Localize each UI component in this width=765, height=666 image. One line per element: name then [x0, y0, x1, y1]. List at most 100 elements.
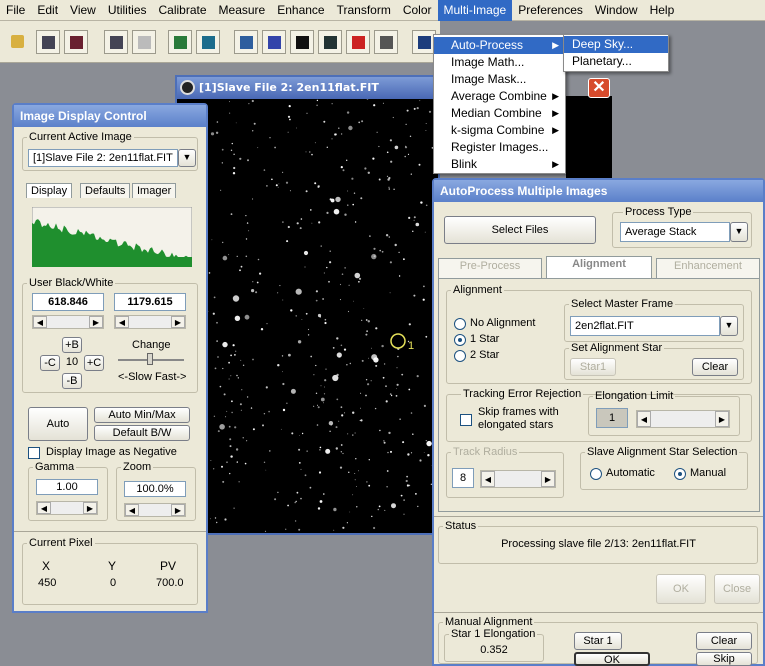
default-bw-button[interactable]: Default B/W	[94, 425, 190, 441]
elongation-limit-scrollbar[interactable]: ◀ ▶	[636, 410, 730, 428]
histogram-plot[interactable]	[32, 207, 192, 267]
white-level-input[interactable]: 1179.615	[114, 293, 186, 311]
minus-c-button[interactable]: -C	[40, 355, 60, 371]
arrow-right-icon[interactable]: ▶	[715, 411, 729, 427]
negative-checkbox[interactable]	[28, 447, 40, 459]
menu-preferences[interactable]: Preferences	[512, 0, 589, 21]
zoom-scrollbar[interactable]: ◀ ▶	[124, 503, 186, 517]
arrow-left-icon[interactable]: ◀	[115, 316, 129, 328]
menu-calibrate[interactable]: Calibrate	[153, 0, 213, 21]
save-as-icon[interactable]	[64, 30, 88, 54]
menu-file[interactable]: File	[0, 0, 31, 21]
menu-transform[interactable]: Transform	[331, 0, 397, 21]
tab-alignment[interactable]: Alignment	[546, 256, 652, 278]
menu-multi-image[interactable]: Multi-Image	[438, 0, 513, 21]
grid-icon[interactable]	[374, 30, 398, 54]
menu-item-image-math[interactable]: Image Math...	[434, 54, 565, 71]
current-active-image-select[interactable]: [1]Slave File 2: 2en11flat.FIT	[28, 149, 178, 167]
tab-imager[interactable]: Imager	[132, 183, 176, 198]
tab-defaults[interactable]: Defaults	[80, 183, 130, 198]
ok-button[interactable]: OK	[656, 574, 706, 604]
menu-window[interactable]: Window	[589, 0, 644, 21]
menu-utilities[interactable]: Utilities	[102, 0, 153, 21]
menu-view[interactable]: View	[64, 0, 102, 21]
auto-min-max-button[interactable]: Auto Min/Max	[94, 407, 190, 423]
zoom-input[interactable]: 100.0%	[124, 481, 186, 497]
gamma-input[interactable]: 1.00	[36, 479, 98, 495]
display-icon[interactable]	[234, 30, 258, 54]
plus-c-button[interactable]: +C	[84, 355, 104, 371]
arrow-right-icon[interactable]: ▶	[89, 316, 103, 328]
image-window[interactable]: [1]Slave File 2: 2en11flat.FIT 1	[175, 75, 440, 535]
star-icon[interactable]	[290, 30, 314, 54]
arrow-right-icon[interactable]: ▶	[83, 502, 97, 514]
track-radius-scrollbar[interactable]: ◀ ▶	[480, 470, 556, 488]
chevron-down-icon[interactable]: ▼	[730, 222, 748, 242]
close-icon[interactable]: ✕	[588, 78, 610, 98]
tab-display[interactable]: Display	[26, 183, 72, 198]
arrow-left-icon[interactable]: ◀	[637, 411, 651, 427]
arrow-right-icon[interactable]: ▶	[171, 316, 185, 328]
menu-color[interactable]: Color	[397, 0, 438, 21]
arrow-left-icon[interactable]: ◀	[481, 471, 495, 487]
track-radius-value[interactable]: 8	[452, 468, 474, 488]
skip-button[interactable]: Skip	[696, 652, 752, 666]
histogram-icon[interactable]	[168, 30, 192, 54]
black-level-input[interactable]: 618.846	[32, 293, 104, 311]
arrow-left-icon[interactable]: ◀	[33, 316, 47, 328]
select-files-button[interactable]: Select Files	[444, 216, 596, 244]
close-button[interactable]: Close	[714, 574, 760, 604]
chevron-down-icon[interactable]: ▼	[178, 149, 196, 167]
menu-item-planetary[interactable]: Planetary...	[564, 53, 668, 70]
ccd-icon[interactable]	[262, 30, 286, 54]
minus-b-button[interactable]: -B	[62, 373, 82, 389]
menu-item-average-combine[interactable]: Average Combine ▶	[434, 88, 565, 105]
tab-pre-process[interactable]: Pre-Process	[438, 258, 542, 278]
arrow-left-icon[interactable]: ◀	[125, 504, 139, 516]
white-level-scrollbar[interactable]: ◀ ▶	[114, 315, 186, 329]
arrow-left-icon[interactable]: ◀	[37, 502, 51, 514]
radio-automatic[interactable]	[590, 468, 602, 480]
menu-item-median-combine[interactable]: Median Combine ▶	[434, 105, 565, 122]
menu-item-k-sigma-combine[interactable]: k-sigma Combine ▶	[434, 122, 565, 139]
plus-b-button[interactable]: +B	[62, 337, 82, 353]
menu-enhance[interactable]: Enhance	[271, 0, 330, 21]
menu-item-blink[interactable]: Blink ▶	[434, 156, 565, 173]
menu-help[interactable]: Help	[644, 0, 681, 21]
menu-item-auto-process[interactable]: Auto-Process ▶	[434, 37, 565, 54]
menu-measure[interactable]: Measure	[213, 0, 272, 21]
radio-2-star[interactable]	[454, 350, 466, 362]
filter-icon[interactable]	[318, 30, 342, 54]
star-field-image[interactable]: 1	[177, 99, 438, 533]
slider-thumb[interactable]	[147, 353, 153, 365]
chevron-down-icon[interactable]: ▼	[720, 316, 738, 336]
arrow-right-icon[interactable]: ▶	[541, 471, 555, 487]
tab-enhancement[interactable]: Enhancement	[656, 258, 760, 278]
curve-icon[interactable]	[196, 30, 220, 54]
gamma-scrollbar[interactable]: ◀ ▶	[36, 501, 98, 515]
radio-manual[interactable]	[674, 468, 686, 480]
open-folder-icon[interactable]	[6, 30, 30, 54]
auto-button[interactable]: Auto	[28, 407, 88, 441]
process-type-select[interactable]: Average Stack	[620, 222, 730, 242]
star-1-button[interactable]: Star 1	[574, 632, 622, 650]
fft-icon[interactable]	[346, 30, 370, 54]
save-icon[interactable]	[36, 30, 60, 54]
radio-no-alignment[interactable]	[454, 318, 466, 330]
radio-1-star[interactable]	[454, 334, 466, 346]
arrow-right-icon[interactable]: ▶	[171, 504, 185, 516]
calibrate-icon[interactable]	[132, 30, 156, 54]
star-dot	[216, 132, 218, 134]
clear-manual-button[interactable]: Clear	[696, 632, 752, 650]
star1-button[interactable]: Star1	[570, 358, 616, 376]
image-info-icon[interactable]	[104, 30, 128, 54]
menu-item-deep-sky[interactable]: Deep Sky...	[564, 36, 668, 53]
skip-frames-checkbox[interactable]	[460, 414, 472, 426]
menu-item-image-mask[interactable]: Image Mask...	[434, 71, 565, 88]
clear-star-button[interactable]: Clear	[692, 358, 738, 376]
master-frame-select[interactable]: 2en2flat.FIT	[570, 316, 720, 336]
black-level-scrollbar[interactable]: ◀ ▶	[32, 315, 104, 329]
ok-manual-button[interactable]: OK	[574, 652, 650, 666]
menu-edit[interactable]: Edit	[31, 0, 64, 21]
menu-item-register-images[interactable]: Register Images...	[434, 139, 565, 156]
